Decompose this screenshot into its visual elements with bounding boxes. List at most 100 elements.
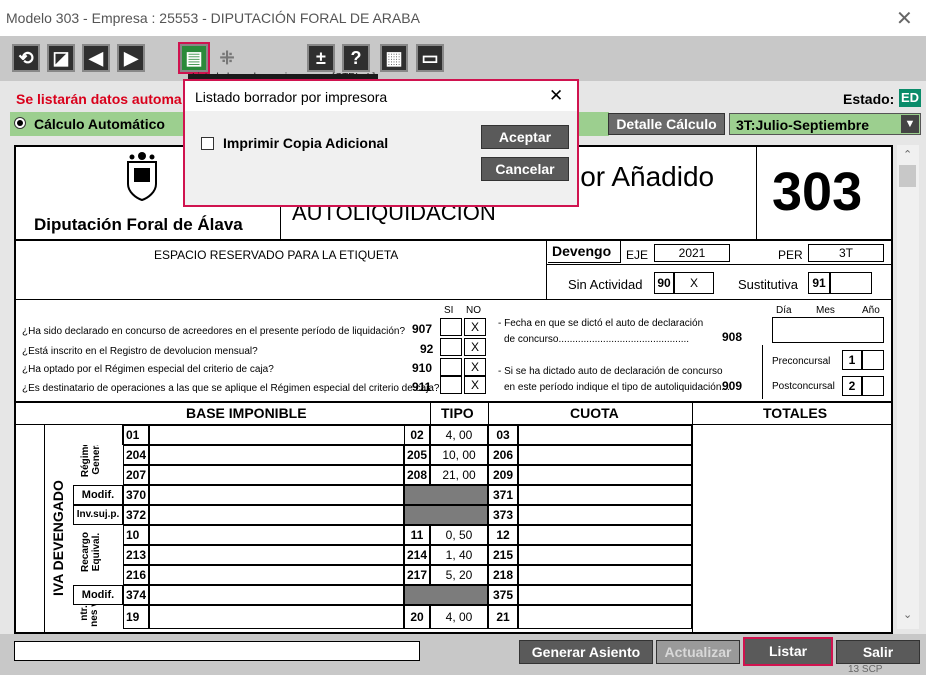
clear-icon[interactable]: ◪ (47, 44, 75, 72)
tipo-header: TIPO (441, 405, 474, 421)
cuota-field-218[interactable] (518, 565, 692, 585)
eje-label: EJE (626, 248, 649, 262)
footer-corner-text: 13 SCP (848, 664, 883, 675)
cuota-field-03[interactable] (518, 425, 692, 445)
dia-label: Día (776, 305, 792, 316)
base-field-372[interactable] (149, 505, 404, 525)
calc-auto-radio[interactable] (14, 117, 26, 129)
window-title: Modelo 303 - Empresa : 25553 - DIPUTACIÓ… (6, 10, 420, 26)
scroll-thumb[interactable] (899, 165, 916, 187)
print-dialog: Listado borrador por impresora ✕ Imprimi… (183, 79, 579, 207)
base-field-374[interactable] (149, 585, 404, 605)
dialog-close-button[interactable]: ✕ (549, 86, 563, 106)
copia-adicional-checkbox[interactable] (201, 137, 214, 150)
postconcursal-field[interactable] (862, 376, 884, 396)
base-field-213[interactable] (149, 545, 404, 565)
dialog-title: Listado borrador por impresora (195, 89, 388, 105)
calculator-icon[interactable]: ▦ (380, 44, 408, 72)
aceptar-button[interactable]: Aceptar (481, 125, 569, 149)
detalle-calculo-button[interactable]: Detalle Cálculo (608, 113, 725, 135)
model-title: lor Añadido (574, 161, 715, 192)
no-label: NO (466, 305, 481, 316)
base-field-370[interactable] (149, 485, 404, 505)
tipo-field-208[interactable]: 21, 00 (430, 465, 488, 485)
tipo-field-11[interactable]: 0, 50 (430, 525, 488, 545)
cuota-field-375[interactable] (518, 585, 692, 605)
dialog-header: Listado borrador por impresora ✕ (185, 81, 577, 111)
vertical-scrollbar[interactable]: ⌃ ⌄ (897, 145, 919, 629)
tipo-field-205[interactable]: 10, 00 (430, 445, 488, 465)
fecha-field[interactable] (772, 317, 884, 343)
actualizar-button[interactable]: Actualizar (656, 640, 740, 664)
cuota-field-12[interactable] (518, 525, 692, 545)
preconcursal-label: Preconcursal (772, 356, 831, 367)
base-field-10[interactable] (149, 525, 404, 545)
toolbar: ⟲ ◪ ◀ ▶ ▤ ⁜ ± ? ▦ ▭ (0, 37, 926, 81)
help-icon[interactable]: ? (342, 44, 370, 72)
generar-asiento-button[interactable]: Generar Asiento (519, 640, 653, 664)
previous-icon[interactable]: ◀ (82, 44, 110, 72)
cuota-field-215[interactable] (518, 545, 692, 565)
question-3-no[interactable]: X (464, 358, 486, 376)
question-2: ¿Está inscrito en el Registro de devoluc… (22, 346, 258, 357)
auto-text-2: en este período indique el tipo de autol… (504, 382, 733, 393)
question-2-si[interactable] (440, 338, 462, 356)
sin-actividad-label: Sin Actividad (568, 277, 643, 292)
devengo-label: Devengo (552, 243, 612, 259)
auto-code: 909 (722, 379, 743, 393)
base-imponible-header: BASE IMPONIBLE (186, 405, 307, 421)
tipo-field-217[interactable]: 5, 20 (430, 565, 488, 585)
question-4-no[interactable]: X (464, 376, 486, 394)
tipo-field-02[interactable]: 4, 00 (430, 425, 488, 445)
fecha-text-1: - Fecha en que se dictó el auto de decla… (498, 318, 704, 329)
per-field[interactable]: 3T (808, 244, 884, 262)
base-field-216[interactable] (149, 565, 404, 585)
estado-label: Estado: (843, 91, 895, 107)
base-field-19[interactable] (149, 605, 404, 629)
scroll-up-icon[interactable]: ⌃ (903, 148, 912, 161)
cuota-field-209[interactable] (518, 465, 692, 485)
fecha-code: 908 (722, 330, 743, 344)
base-field-207[interactable] (149, 465, 404, 485)
question-3-si[interactable] (440, 358, 462, 376)
preconcursal-field[interactable] (862, 350, 884, 370)
print-draft-icon[interactable]: ▤ (178, 42, 210, 74)
question-1-no[interactable]: X (464, 318, 486, 336)
tipo-field-20[interactable]: 4, 00 (430, 605, 488, 629)
listar-button[interactable]: Listar (743, 637, 833, 666)
title-bar: Modelo 303 - Empresa : 25553 - DIPUTACIÓ… (0, 0, 926, 37)
cuota-field-373[interactable] (518, 505, 692, 525)
cancelar-button[interactable]: Cancelar (481, 157, 569, 181)
period-select[interactable]: 3T:Julio-Septiembre ▼ (729, 113, 921, 135)
coat-of-arms-icon (122, 150, 162, 202)
question-2-no[interactable]: X (464, 338, 486, 356)
sin-actividad-field[interactable]: X (674, 272, 714, 294)
plus-minus-icon[interactable]: ± (307, 44, 335, 72)
window-close-button[interactable]: ✕ (896, 6, 913, 31)
cuota-field-206[interactable] (518, 445, 692, 465)
base-field-01[interactable] (149, 425, 430, 445)
salir-button[interactable]: Salir (836, 640, 920, 664)
mes-label: Mes (816, 305, 835, 316)
scroll-down-icon[interactable]: ⌄ (903, 608, 912, 621)
question-4-si[interactable] (440, 376, 462, 394)
grid-icon[interactable]: ⁜ (213, 44, 241, 72)
refresh-icon[interactable]: ⟲ (12, 44, 40, 72)
cuota-field-371[interactable] (518, 485, 692, 505)
per-label: PER (778, 248, 803, 262)
question-1-si[interactable] (440, 318, 462, 336)
notice-text: Se listarán datos automa (16, 91, 182, 107)
question-4: ¿Es destinatario de operaciones a las qu… (22, 383, 440, 394)
question-1: ¿Ha sido declarado en concurso de acreed… (22, 326, 406, 337)
tipo-field-214[interactable]: 1, 40 (430, 545, 488, 565)
document-icon[interactable]: ▭ (416, 44, 444, 72)
next-icon[interactable]: ▶ (117, 44, 145, 72)
cuota-field-21[interactable] (518, 605, 692, 629)
sustitutiva-field[interactable] (830, 272, 872, 294)
copia-adicional-label: Imprimir Copia Adicional (223, 135, 389, 151)
base-field-204[interactable] (149, 445, 404, 465)
sustitutiva-label: Sustitutiva (738, 277, 798, 292)
calc-auto-bar: Cálculo Automático (10, 112, 186, 136)
eje-field[interactable]: 2021 (654, 244, 730, 262)
chevron-down-icon[interactable]: ▼ (901, 115, 919, 133)
